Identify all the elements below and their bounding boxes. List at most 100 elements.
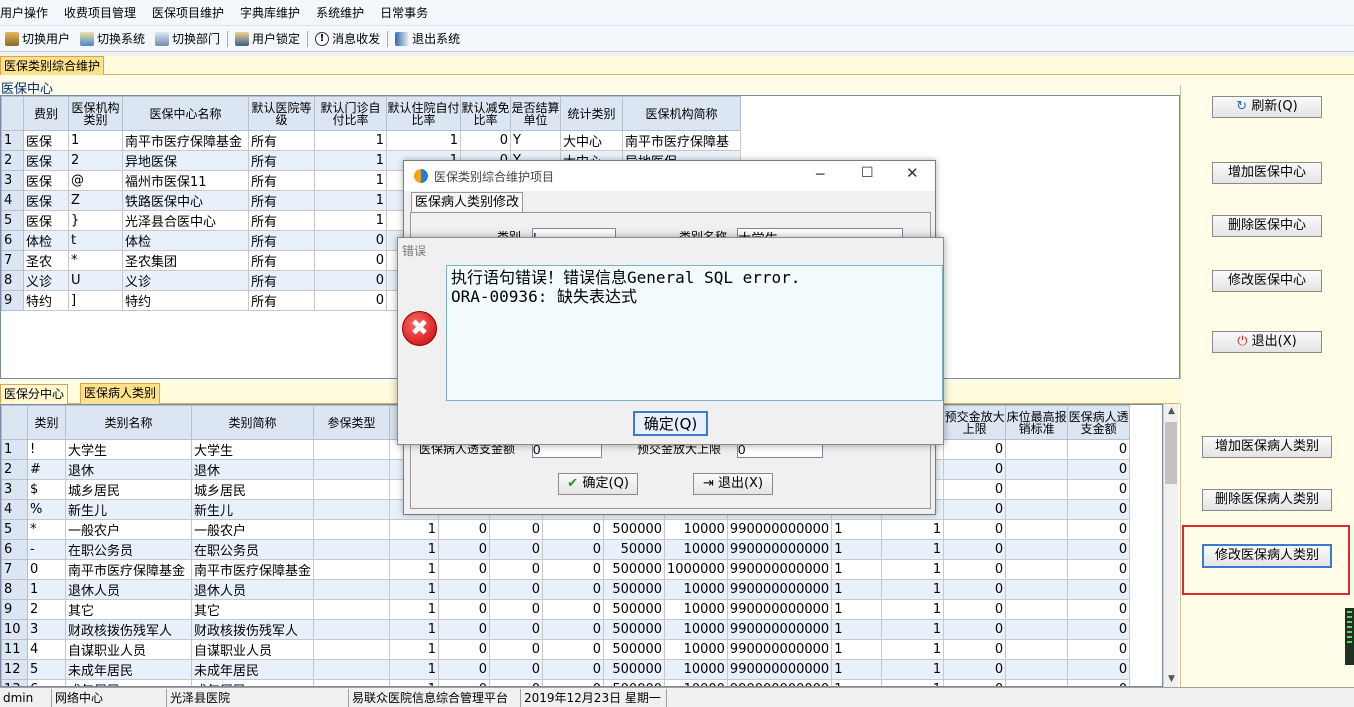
table-cell: 1 — [831, 579, 883, 600]
table-cell: 0 — [1067, 619, 1131, 640]
switch-system-button[interactable]: 切换系统 — [75, 30, 150, 47]
patient-grid-scrollbar[interactable]: ▲ ▼ — [1163, 404, 1178, 687]
column-header[interactable]: 类别简称 — [190, 405, 315, 440]
table-cell: 500000 — [603, 579, 666, 600]
dialog-tab[interactable]: 医保病人类别修改 — [411, 192, 524, 212]
column-header[interactable] — [1, 405, 28, 440]
center-button-panel: ↻ 刷新(Q) 增加医保中心 删除医保中心 修改医保中心 ⏻ 退出(X) — [1180, 85, 1354, 379]
column-header[interactable]: 是否结算单位 — [510, 96, 561, 131]
table-row[interactable]: 12 5 未成年居民 未成年居民 1 0 0 0 500000 10000 990000000000… — [1, 659, 1131, 680]
row-number: 12 — [1, 659, 28, 680]
table-cell: 1 — [389, 579, 440, 600]
table-cell: 0 — [314, 290, 387, 311]
table-cell: 1 — [831, 599, 883, 620]
checkmark-icon: ✔ — [567, 476, 583, 491]
dialog-ok-button[interactable]: ✔ 确定(Q) — [558, 473, 638, 495]
scroll-up-arrow[interactable]: ▲ — [1164, 404, 1179, 419]
table-cell: - — [27, 539, 66, 560]
column-header[interactable]: 统计类别 — [560, 96, 623, 131]
menu-system[interactable]: 系统维护 — [308, 4, 372, 21]
menu-fee-items[interactable]: 收费项目管理 — [56, 4, 144, 21]
menu-user-ops[interactable]: 用户操作 — [0, 4, 56, 21]
tab-sub-center[interactable]: 医保分中心 — [0, 384, 69, 404]
column-header[interactable]: 医保中心名称 — [122, 96, 249, 131]
menu-daily[interactable]: 日常事务 — [372, 4, 436, 21]
menu-dictionary[interactable]: 字典库维护 — [232, 4, 308, 21]
menu-insurance-items[interactable]: 医保项目维护 — [144, 4, 232, 21]
table-row[interactable]: 5 * 一般农户 一般农户 1 0 0 0 500000 10000 990000000000 1 1 0… — [1, 519, 1131, 540]
column-header[interactable]: 医保机构简称 — [622, 96, 741, 131]
column-header[interactable]: 类别名称 — [65, 405, 192, 440]
table-cell: 1 — [881, 639, 945, 660]
table-cell: 990000000000 — [726, 659, 833, 680]
delete-center-button[interactable]: 删除医保中心 — [1212, 215, 1322, 237]
table-cell: 0 — [542, 659, 605, 680]
table-cell: 990000000000 — [726, 679, 833, 686]
table-cell: 0 — [542, 579, 605, 600]
switch-department-button[interactable]: 切换部门 — [150, 30, 225, 47]
table-cell: 990000000000 — [726, 519, 833, 540]
column-header[interactable]: 费别 — [23, 96, 69, 131]
exit-system-button[interactable]: 退出系统 — [390, 30, 465, 47]
exit-button[interactable]: ⏻ 退出(X) — [1212, 331, 1322, 353]
table-cell: 0 — [27, 559, 66, 580]
table-row[interactable]: 6- 在职公务员 在职公务员 1 0 0 0 50000 10000 990000000000 1 1… — [1, 539, 1131, 560]
table-cell: 自谋职业人员 — [190, 639, 315, 660]
dialog-title: 医保类别综合维护项目 — [434, 169, 555, 184]
table-row[interactable]: 10 3 财政核拨伤残军人 财政核拨伤残军人 1 0 0 0 500000 10000 990000… — [1, 619, 1131, 640]
toolbar: 切换用户 切换系统 切换部门 用户锁定 ! 消息收发 退出系统 — [0, 26, 1354, 52]
column-header[interactable]: 默认减免比率 — [460, 96, 511, 131]
table-row[interactable]: 9 2 其它 其它 1 0 0 0 500000 10000 990000000000 1 1 0 0 — [1, 599, 1131, 620]
table-cell: 所有 — [248, 250, 315, 271]
table-row[interactable]: 11 4 自谋职业人员 自谋职业人员 1 0 0 0 500000 10000 9900000000… — [1, 639, 1131, 660]
modify-center-button[interactable]: 修改医保中心 — [1212, 270, 1322, 292]
column-header[interactable]: 医保病人透支金额 — [1067, 405, 1131, 440]
table-row[interactable]: 136成年居民成年居民10005000001000099000000000011… — [1, 679, 1131, 686]
table-cell: $ — [27, 479, 66, 500]
column-header[interactable]: 参保类型 — [313, 405, 391, 440]
dialog-exit-button[interactable]: ⇥ 退出(X) — [693, 473, 773, 495]
table-cell: 1 — [881, 659, 945, 680]
messages-button[interactable]: ! 消息收发 — [310, 30, 385, 47]
column-header[interactable]: 默认门诊自付比率 — [314, 96, 387, 131]
scroll-down-arrow[interactable]: ▼ — [1164, 672, 1179, 687]
add-patient-category-button[interactable]: 增加医保病人类别 — [1202, 436, 1332, 458]
table-cell: 退休 — [190, 459, 315, 480]
column-header[interactable]: 床位最高报销标准 — [1005, 405, 1069, 440]
table-cell — [313, 659, 391, 680]
maximize-icon[interactable]: ☐ — [861, 165, 874, 181]
scroll-thumb[interactable] — [1165, 422, 1177, 484]
row-number: 8 — [1, 579, 28, 600]
switch-user-button[interactable]: 切换用户 — [0, 30, 75, 47]
table-row[interactable]: 8 1 退休人员 退休人员 1 0 0 0 500000 10000 990000000000 1 1 0… — [1, 579, 1131, 600]
table-cell: 新生儿 — [190, 499, 315, 520]
column-header[interactable] — [1, 96, 24, 131]
table-row[interactable]: 1 医保 1 南平市医疗保障基金 所有 1 1 0 Y 大中心 南平市医疗保障基 — [1, 130, 741, 151]
column-header[interactable]: 默认住院自付比率 — [386, 96, 461, 131]
column-header[interactable]: 预交金放大上限 — [943, 405, 1007, 440]
column-header[interactable]: 类别 — [27, 405, 66, 440]
table-cell: 异地医保 — [122, 150, 249, 171]
toolbar-separator — [387, 30, 389, 47]
column-header[interactable]: 默认医院等级 — [248, 96, 315, 131]
table-cell: 0 — [943, 679, 1007, 686]
table-cell: Y — [510, 130, 561, 151]
lock-user-button[interactable]: 用户锁定 — [230, 30, 305, 47]
tab-insurance-category[interactable]: 医保类别综合维护 — [0, 56, 105, 75]
table-cell: 500000 — [603, 519, 666, 540]
minimize-icon[interactable]: ─ — [816, 167, 824, 183]
add-center-button[interactable]: 增加医保中心 — [1212, 162, 1322, 184]
column-header[interactable]: 医保机构类别 — [68, 96, 123, 131]
table-cell: 所有 — [248, 130, 315, 151]
side-indicator — [1345, 608, 1354, 665]
table-cell: 6 — [27, 679, 66, 686]
error-ok-button[interactable]: 确定(Q) — [633, 411, 708, 436]
close-icon[interactable]: ✕ — [906, 164, 919, 182]
table-cell — [1005, 499, 1069, 520]
refresh-button[interactable]: ↻ 刷新(Q) — [1212, 96, 1322, 118]
delete-patient-category-button[interactable]: 删除医保病人类别 — [1202, 489, 1332, 511]
table-row[interactable]: 7 0 南平市医疗保障基金 南平市医疗保障基金 1 0 0 0 500000 1000000 990… — [1, 559, 1131, 580]
table-cell: 财政核拨伤残军人 — [190, 619, 315, 640]
row-number: 1 — [1, 130, 24, 151]
tab-patient-category[interactable]: 医保病人类别 — [80, 383, 161, 404]
